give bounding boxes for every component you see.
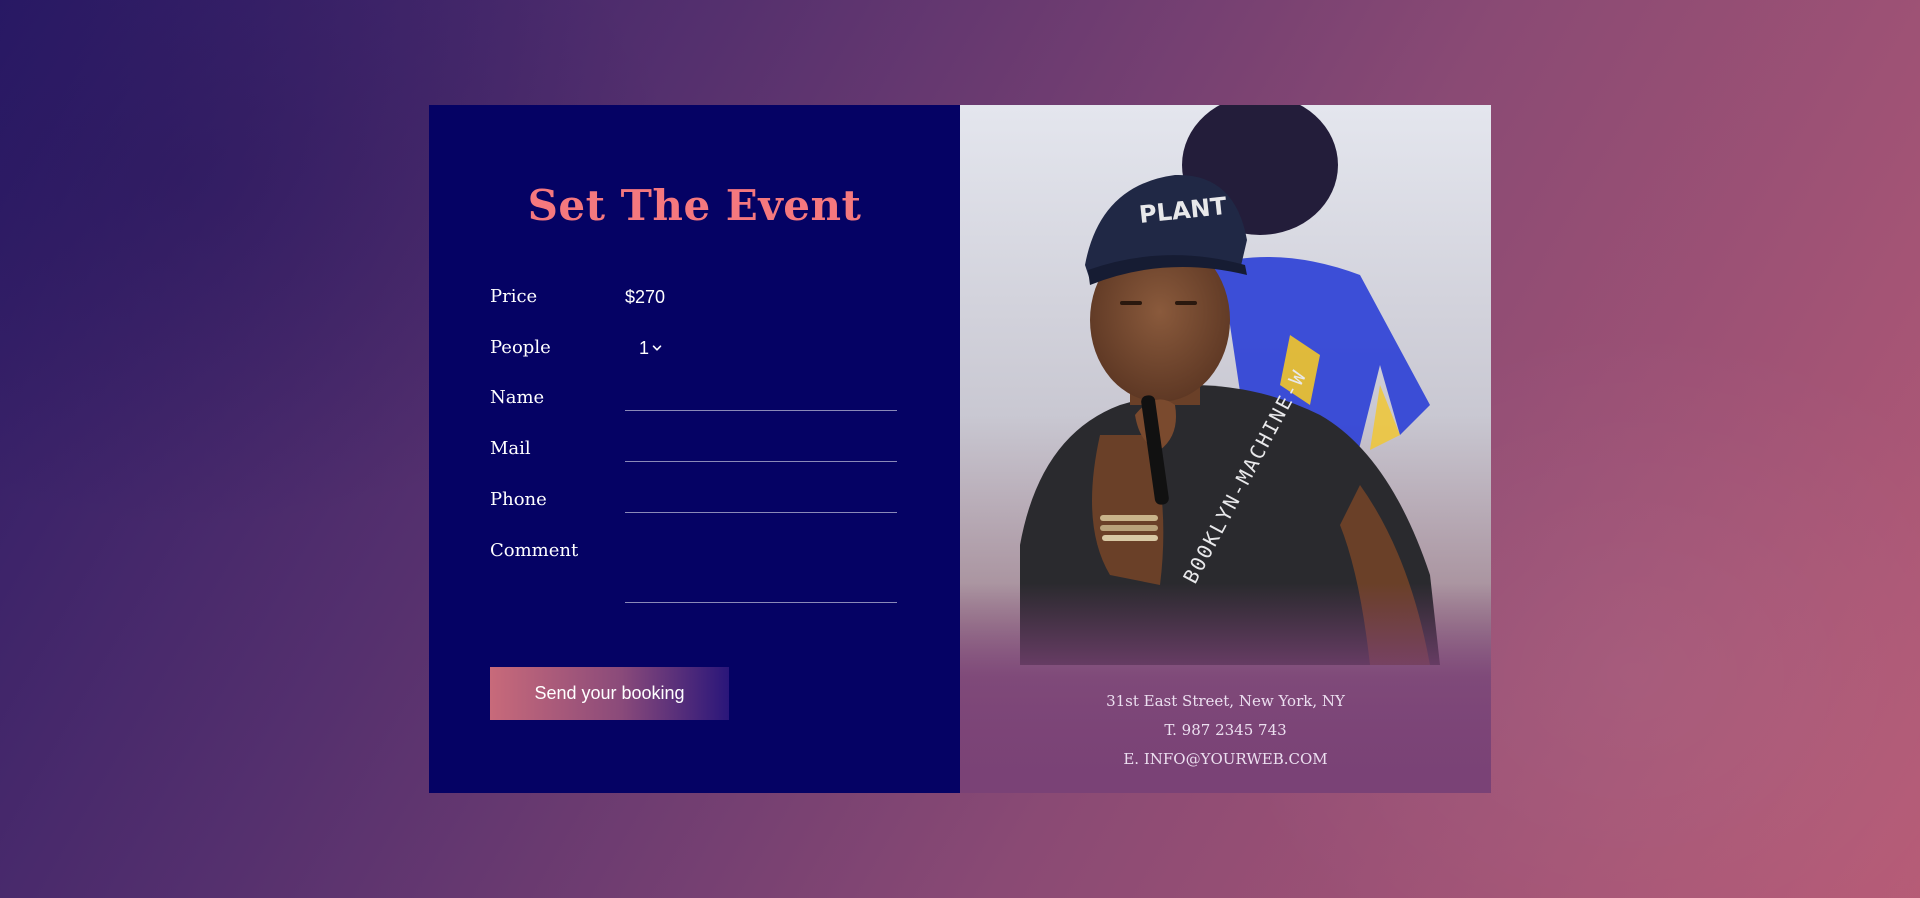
people-row: People 1: [490, 336, 897, 376]
phone-label: Phone: [490, 489, 547, 510]
comment-row: Comment: [490, 535, 897, 619]
phone-field[interactable]: [625, 484, 897, 513]
comment-label: Comment: [490, 540, 579, 561]
send-booking-button[interactable]: Send your booking: [490, 667, 729, 720]
form-title: Set The Event: [527, 181, 862, 230]
mail-field[interactable]: [625, 433, 897, 462]
price-row: Price $270: [490, 285, 897, 325]
contact-info: 31st East Street, New York, NY T. 987 23…: [960, 687, 1491, 774]
people-label: People: [490, 337, 551, 358]
booking-form: Set The Event Price $270 People 1 Name M…: [429, 105, 960, 793]
people-select-value: 1: [639, 338, 650, 358]
name-row: Name: [490, 382, 897, 426]
contact-address: 31st East Street, New York, NY: [1106, 692, 1345, 710]
people-select[interactable]: 1: [639, 336, 662, 360]
contact-email: E. INFO@YOURWEB.COM: [1123, 750, 1328, 768]
price-label: Price: [490, 286, 538, 307]
mail-row: Mail: [490, 433, 897, 477]
name-field[interactable]: [625, 382, 897, 411]
performer-photo-panel: B00KLYN-MACHINE-W PLANT 31st East Street…: [960, 105, 1491, 793]
comment-field[interactable]: [625, 535, 897, 603]
contact-phone: T. 987 2345 743: [1164, 721, 1287, 739]
phone-row: Phone: [490, 484, 897, 528]
price-value: $270: [625, 287, 666, 307]
name-label: Name: [490, 387, 545, 408]
booking-card: Set The Event Price $270 People 1 Name M…: [429, 105, 1491, 793]
mail-label: Mail: [490, 438, 531, 459]
chevron-down-icon: [652, 345, 662, 351]
